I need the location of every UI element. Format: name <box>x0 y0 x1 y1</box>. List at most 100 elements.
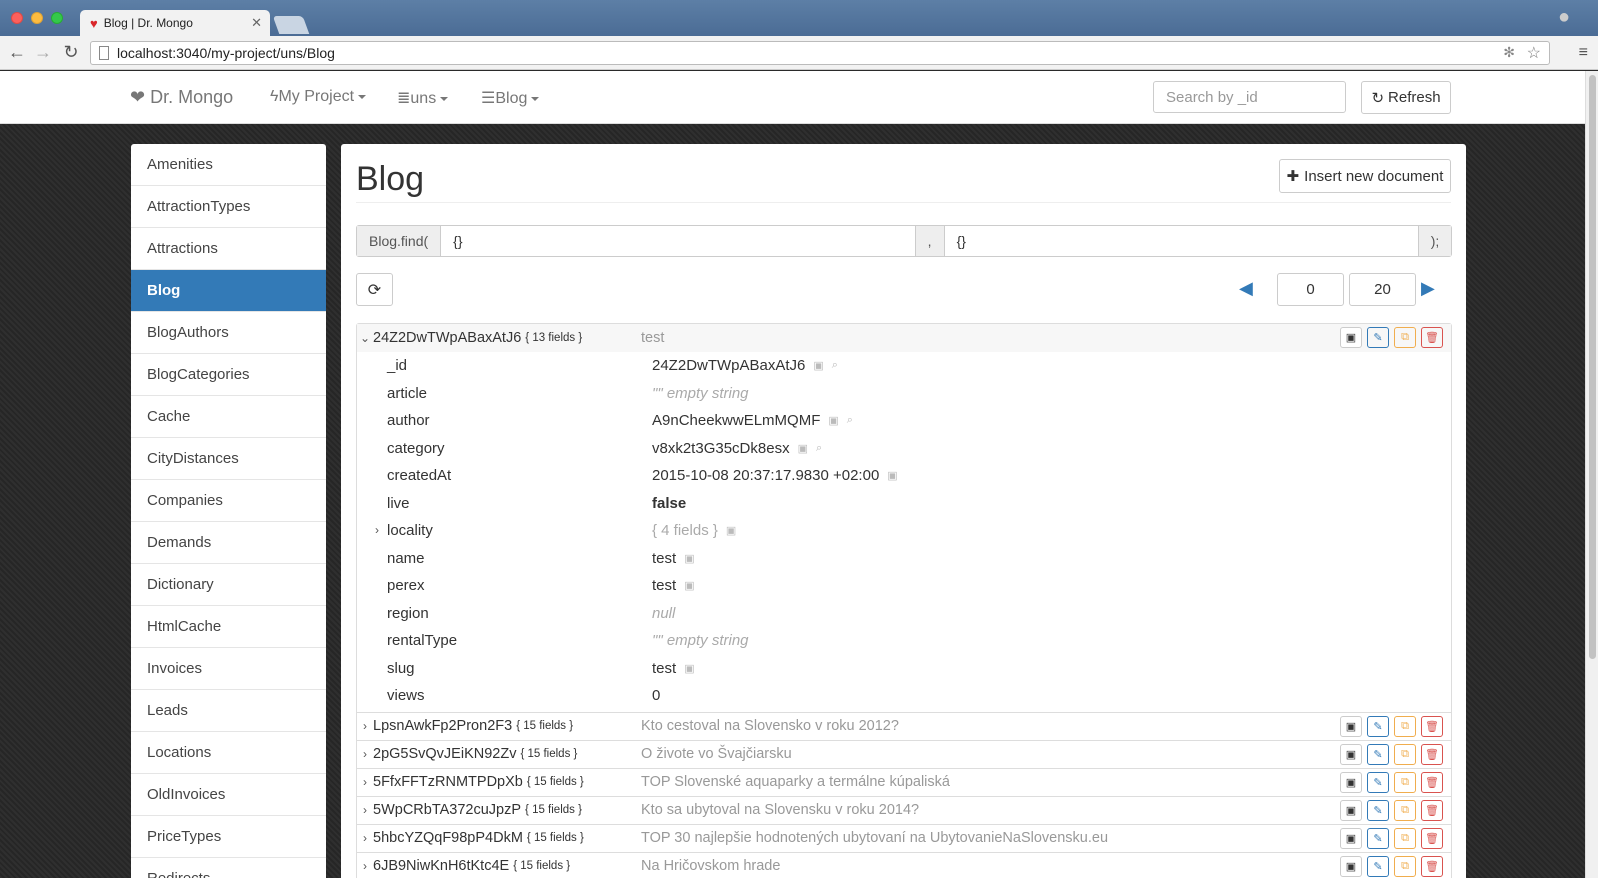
sidebar-item-invoices[interactable]: Invoices <box>131 648 326 690</box>
extension-icon[interactable]: ✻ <box>1503 44 1515 61</box>
copy-document-button[interactable]: ▣ <box>1340 327 1362 348</box>
document-row[interactable]: › 6JB9NiwKnH6tKtc4E{ 15 fields } Na Hričov… <box>357 853 1451 878</box>
sidebar-item-attractions[interactable]: Attractions <box>131 228 326 270</box>
delete-document-button[interactable]: 🗑 <box>1421 327 1443 348</box>
projection-input[interactable]: {} <box>945 226 1418 256</box>
sidebar-item-redirects[interactable]: Redirects <box>131 858 326 878</box>
chevron-down-icon[interactable]: ⌄ <box>357 331 373 345</box>
sidebar-item-companies[interactable]: Companies <box>131 480 326 522</box>
edit-document-button[interactable]: ✎ <box>1367 743 1389 765</box>
copy-document-button[interactable]: ▣ <box>1340 715 1362 737</box>
sidebar-item-pricetypes[interactable]: PriceTypes <box>131 816 326 858</box>
new-tab-button[interactable] <box>272 16 310 34</box>
close-window-button[interactable] <box>11 12 23 24</box>
search-by-id-input[interactable] <box>1153 81 1346 113</box>
url-bar[interactable]: localhost:3040/my-project/uns/Blog ✻ ☆ <box>90 41 1550 65</box>
copy-icon[interactable]: ▣ <box>798 442 808 455</box>
delete-document-button[interactable]: 🗑 <box>1421 855 1443 877</box>
copy-document-button[interactable]: ▣ <box>1340 855 1362 877</box>
delete-document-button[interactable]: 🗑 <box>1421 771 1443 793</box>
sidebar-item-cache[interactable]: Cache <box>131 396 326 438</box>
chevron-right-icon[interactable]: › <box>357 859 373 873</box>
document-row[interactable]: › 5hbcYZQqF98pP4DkM{ 15 fields } TOP 30 na… <box>357 825 1451 853</box>
sidebar-item-demands[interactable]: Demands <box>131 522 326 564</box>
scrollbar-thumb[interactable] <box>1589 75 1596 659</box>
collection-dropdown[interactable]: ☰Blog <box>481 88 540 108</box>
edit-document-button[interactable]: ✎ <box>1367 799 1389 821</box>
copy-icon[interactable]: ▣ <box>684 662 694 675</box>
edit-document-button[interactable]: ✎ <box>1367 327 1389 348</box>
sidebar-item-blogcategories[interactable]: BlogCategories <box>131 354 326 396</box>
duplicate-document-button[interactable]: ⧉ <box>1394 743 1416 765</box>
edit-document-button[interactable]: ✎ <box>1367 855 1389 877</box>
copy-document-button[interactable]: ▣ <box>1340 743 1362 765</box>
duplicate-document-button[interactable]: ⧉ <box>1394 827 1416 849</box>
browser-menu-icon[interactable]: ≡ <box>1579 44 1588 62</box>
prev-page-arrow-icon[interactable]: ◀ <box>1239 278 1253 299</box>
database-dropdown[interactable]: ≣uns <box>397 88 449 108</box>
next-page-arrow-icon[interactable]: ▶ <box>1421 278 1435 299</box>
selector-input[interactable]: {} <box>441 226 914 256</box>
delete-document-button[interactable]: 🗑 <box>1421 827 1443 849</box>
insert-document-button[interactable]: ✚ Insert new document <box>1279 159 1451 193</box>
chevron-right-icon[interactable]: › <box>357 747 373 761</box>
chevron-right-icon[interactable]: › <box>357 775 373 789</box>
document-row[interactable]: › 5FfxFFTzRNMTPDpXb{ 15 fields } TOP Slove… <box>357 769 1451 797</box>
sidebar-item-dictionary[interactable]: Dictionary <box>131 564 326 606</box>
browser-tab[interactable]: ♥ Blog | Dr. Mongo ✕ <box>80 10 270 36</box>
document-row[interactable]: ⌄ 24Z2DwTWpABaxAtJ6{ 13 fields } test ▣ ✎ ⧉ 🗑 <box>357 324 1451 352</box>
search-icon[interactable]: ⌕ <box>847 414 853 427</box>
limit-input[interactable]: 20 <box>1349 273 1416 306</box>
search-icon[interactable]: ⌕ <box>832 359 838 372</box>
sidebar-item-attractiontypes[interactable]: AttractionTypes <box>131 186 326 228</box>
copy-icon[interactable]: ▣ <box>684 579 694 592</box>
copy-icon[interactable]: ▣ <box>684 552 694 565</box>
copy-document-button[interactable]: ▣ <box>1340 771 1362 793</box>
duplicate-document-button[interactable]: ⧉ <box>1394 715 1416 737</box>
project-dropdown[interactable]: ϟMy Project <box>270 88 367 106</box>
edit-document-button[interactable]: ✎ <box>1367 715 1389 737</box>
sidebar-item-locations[interactable]: Locations <box>131 732 326 774</box>
copy-icon[interactable]: ▣ <box>887 469 897 482</box>
chevron-right-icon[interactable]: › <box>357 831 373 845</box>
copy-document-button[interactable]: ▣ <box>1340 827 1362 849</box>
duplicate-document-button[interactable]: ⧉ <box>1394 799 1416 821</box>
forward-icon[interactable]: → <box>32 42 54 63</box>
sidebar-item-blog[interactable]: Blog <box>131 270 326 312</box>
skip-input[interactable]: 0 <box>1277 273 1344 306</box>
delete-document-button[interactable]: 🗑 <box>1421 799 1443 821</box>
sidebar-item-htmlcache[interactable]: HtmlCache <box>131 606 326 648</box>
maximize-window-button[interactable] <box>51 12 63 24</box>
bookmark-star-icon[interactable]: ☆ <box>1527 43 1541 63</box>
back-icon[interactable]: ← <box>6 42 28 63</box>
sidebar-item-leads[interactable]: Leads <box>131 690 326 732</box>
minimize-window-button[interactable] <box>31 12 43 24</box>
copy-document-button[interactable]: ▣ <box>1340 799 1362 821</box>
duplicate-document-button[interactable]: ⧉ <box>1394 855 1416 877</box>
chevron-right-icon[interactable]: › <box>357 719 373 733</box>
document-row[interactable]: › 2pG5SvQvJEiKN92Zv{ 15 fields } O živote … <box>357 741 1451 769</box>
delete-document-button[interactable]: 🗑 <box>1421 715 1443 737</box>
delete-document-button[interactable]: 🗑 <box>1421 743 1443 765</box>
edit-document-button[interactable]: ✎ <box>1367 827 1389 849</box>
sidebar-item-oldinvoices[interactable]: OldInvoices <box>131 774 326 816</box>
search-icon[interactable]: ⌕ <box>816 442 822 455</box>
copy-icon[interactable]: ▣ <box>828 414 838 427</box>
copy-icon[interactable]: ▣ <box>813 359 823 372</box>
duplicate-document-button[interactable]: ⧉ <box>1394 771 1416 793</box>
tab-close-icon[interactable]: ✕ <box>251 15 262 31</box>
sidebar-item-citydistances[interactable]: CityDistances <box>131 438 326 480</box>
page-scrollbar[interactable] <box>1585 71 1598 878</box>
sidebar-item-amenities[interactable]: Amenities <box>131 144 326 186</box>
duplicate-document-button[interactable]: ⧉ <box>1394 327 1416 348</box>
refresh-button[interactable]: ↻ Refresh <box>1361 81 1451 114</box>
chevron-right-icon[interactable]: › <box>357 803 373 817</box>
run-query-button[interactable]: ⟳ <box>356 273 393 306</box>
copy-icon[interactable]: ▣ <box>726 524 736 537</box>
document-row[interactable]: › 5WpCRbTA372cuJpzP{ 15 fields } Kto sa ub… <box>357 797 1451 825</box>
brand-link[interactable]: ❤ Dr. Mongo <box>130 87 233 108</box>
document-row[interactable]: › LpsnAwkFp2Pron2F3{ 15 fields } Kto cesto… <box>357 713 1451 741</box>
reload-page-icon[interactable]: ↻ <box>60 42 82 63</box>
edit-document-button[interactable]: ✎ <box>1367 771 1389 793</box>
sidebar-item-blogauthors[interactable]: BlogAuthors <box>131 312 326 354</box>
